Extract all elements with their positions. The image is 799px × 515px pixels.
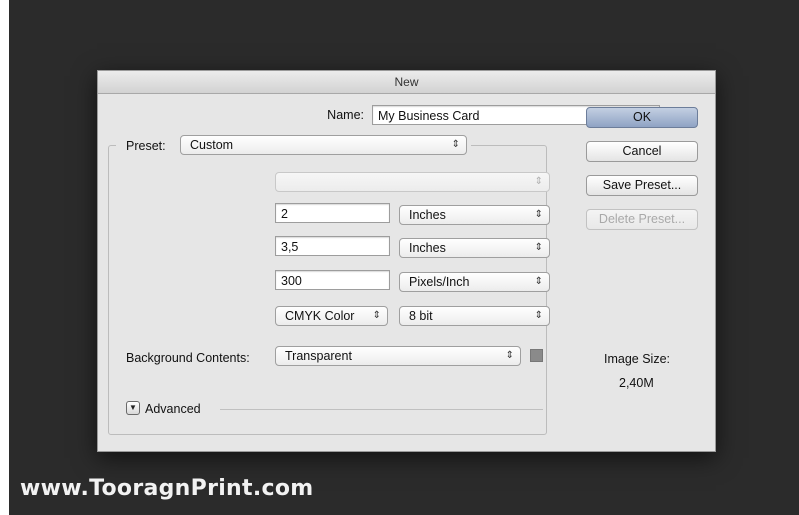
width-input-value: 2: [281, 207, 288, 221]
select-arrows-icon: ⇕: [534, 310, 543, 321]
preset-select[interactable]: Custom ⇕: [180, 135, 467, 155]
resolution-unit-value: Pixels/Inch: [409, 275, 470, 289]
size-select: ⇕: [275, 172, 550, 192]
background-contents-label: Background Contents:: [126, 351, 250, 365]
preset-select-value: Custom: [190, 138, 234, 152]
background-contents-value: Transparent: [285, 349, 352, 363]
bit-depth-select[interactable]: 8 bit ⇕: [399, 306, 550, 326]
image-size-value: 2,40M: [619, 376, 654, 390]
background-color-swatch[interactable]: [530, 349, 543, 362]
dialog-title: New: [98, 71, 715, 94]
watermark-text: www.TooragnPrint.com: [20, 476, 314, 501]
select-arrows-icon: ⇕: [534, 276, 543, 287]
width-unit-select[interactable]: Inches ⇕: [399, 205, 550, 225]
select-arrows-icon: ⇕: [534, 242, 543, 253]
color-mode-value: CMYK Color: [285, 309, 355, 323]
preset-label: Preset:: [126, 139, 166, 153]
width-unit-value: Inches: [409, 208, 446, 222]
resolution-input[interactable]: 300: [275, 270, 390, 290]
resolution-input-value: 300: [281, 274, 302, 288]
delete-preset-button: Delete Preset...: [586, 209, 698, 230]
height-unit-select[interactable]: Inches ⇕: [399, 238, 550, 258]
height-input-value: 3,5: [281, 240, 299, 254]
select-arrows-icon: ⇕: [534, 209, 543, 220]
color-mode-select[interactable]: CMYK Color ⇕: [275, 306, 388, 326]
cancel-button[interactable]: Cancel: [586, 141, 698, 162]
name-label: Name:: [327, 108, 364, 122]
background-contents-select[interactable]: Transparent ⇕: [275, 346, 521, 366]
bit-depth-value: 8 bit: [409, 309, 433, 323]
width-input[interactable]: 2: [275, 203, 390, 223]
image-size-label: Image Size:: [604, 352, 671, 366]
ok-button[interactable]: OK: [586, 107, 698, 128]
select-arrows-icon: ⇕: [505, 350, 514, 361]
new-document-dialog: New Name: My Business Card Preset: Custo…: [97, 70, 716, 452]
resolution-unit-select[interactable]: Pixels/Inch ⇕: [399, 272, 550, 292]
height-unit-value: Inches: [409, 241, 446, 255]
advanced-divider: [220, 409, 543, 410]
select-arrows-icon: ⇕: [372, 310, 381, 321]
disclosure-triangle-icon[interactable]: ▼: [126, 401, 140, 415]
save-preset-button[interactable]: Save Preset...: [586, 175, 698, 196]
name-input-value: My Business Card: [378, 109, 480, 123]
select-arrows-icon: ⇕: [451, 139, 460, 150]
advanced-label[interactable]: Advanced: [145, 402, 201, 416]
height-input[interactable]: 3,5: [275, 236, 390, 256]
select-arrows-icon: ⇕: [534, 176, 543, 187]
